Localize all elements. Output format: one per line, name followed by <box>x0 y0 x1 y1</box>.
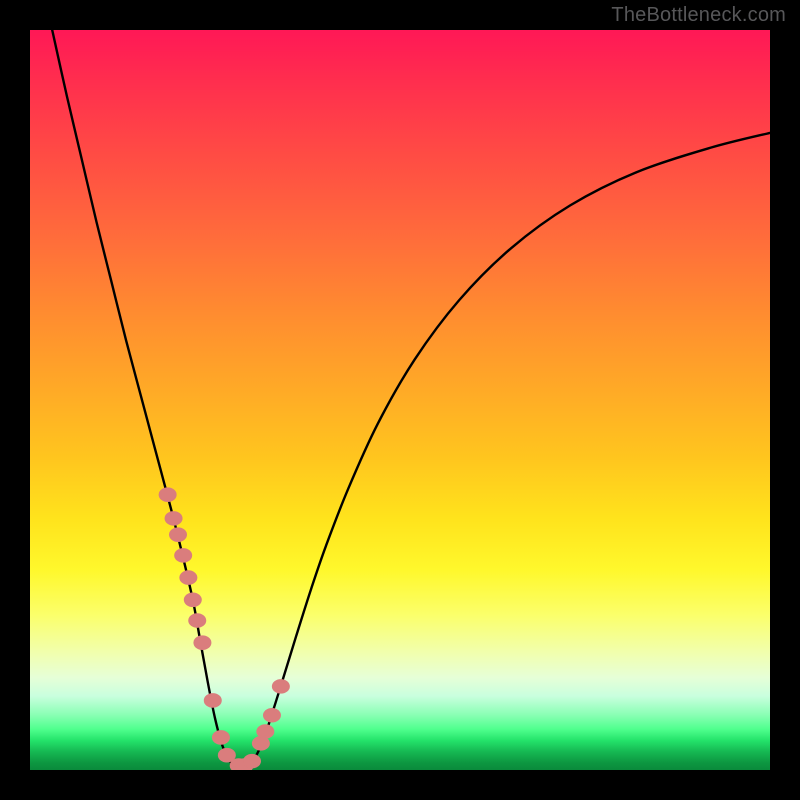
data-marker <box>193 635 211 650</box>
marker-layer <box>159 487 290 770</box>
data-marker <box>184 593 202 608</box>
chart-svg <box>30 30 770 770</box>
data-marker <box>263 708 281 723</box>
data-marker <box>243 754 261 769</box>
data-marker <box>165 511 183 526</box>
data-marker <box>174 548 192 563</box>
curve-layer <box>52 30 770 768</box>
data-marker <box>159 487 177 502</box>
data-marker <box>272 679 290 694</box>
chart-frame: TheBottleneck.com <box>0 0 800 800</box>
data-marker <box>188 613 206 628</box>
data-marker <box>256 724 274 739</box>
data-marker <box>204 693 222 708</box>
bottleneck-curve <box>52 30 770 768</box>
data-marker <box>212 730 230 745</box>
data-marker <box>169 527 187 542</box>
plot-area <box>30 30 770 770</box>
data-marker <box>179 570 197 585</box>
watermark-text: TheBottleneck.com <box>611 4 786 27</box>
